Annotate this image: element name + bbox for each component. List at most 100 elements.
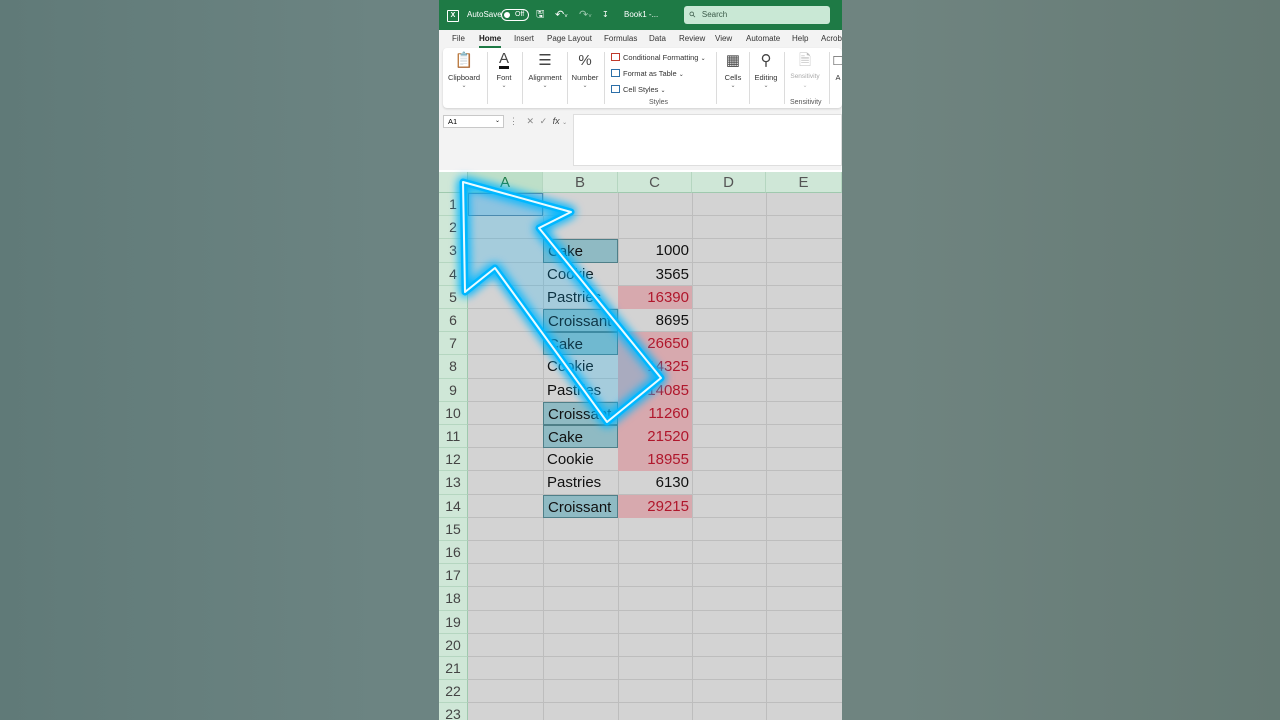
worksheet-grid[interactable]: A B C D E 1 2 3 Cake 1000 4 Cookie 3565 5 Pastrie… xyxy=(439,172,842,720)
cancel-icon[interactable]: ✕ xyxy=(527,116,535,126)
tab-automate[interactable]: Automate xyxy=(746,33,780,45)
row-header-5[interactable]: 5 xyxy=(439,285,468,309)
row-header-11[interactable]: 11 xyxy=(439,425,468,449)
tab-help[interactable]: Help xyxy=(792,33,808,45)
redo-icon[interactable]: ↷˅ xyxy=(579,0,592,30)
cell-c13[interactable]: 6130 xyxy=(618,471,692,494)
cell-c4[interactable]: 3565 xyxy=(618,263,692,286)
customize-toolbar-icon[interactable]: ↧ xyxy=(602,0,609,30)
selected-cell-a1[interactable] xyxy=(468,193,543,216)
cell-b10[interactable]: Croissant xyxy=(543,401,618,425)
row-header-10[interactable]: 10 xyxy=(439,401,468,425)
cell-b13[interactable]: Pastries xyxy=(543,471,618,494)
row-header-6[interactable]: 6 xyxy=(439,309,468,333)
cell-c3[interactable]: 1000 xyxy=(618,239,692,262)
number-group[interactable]: % Number ⌄ xyxy=(569,48,601,108)
cell-b4[interactable]: Cookie xyxy=(543,263,618,286)
insert-function-icon[interactable]: fx xyxy=(553,116,560,126)
tab-view[interactable]: View xyxy=(715,33,732,45)
undo-icon[interactable]: ↶˅ xyxy=(555,0,568,30)
row-header-23[interactable]: 23 xyxy=(439,703,468,720)
editing-group[interactable]: ⚲ Editing ⌄ xyxy=(751,48,781,108)
row-header-1[interactable]: 1 xyxy=(439,193,468,217)
format-as-table-button[interactable]: Format as Table ⌄ xyxy=(611,69,684,78)
tab-file[interactable]: File xyxy=(452,33,465,45)
row-header-9[interactable]: 9 xyxy=(439,378,468,402)
row-header-15[interactable]: 15 xyxy=(439,517,468,541)
autosave-toggle[interactable]: Off xyxy=(501,9,529,21)
cell-c14[interactable]: 29215 xyxy=(618,494,692,518)
row-header-3[interactable]: 3 xyxy=(439,239,468,263)
row-header-21[interactable]: 21 xyxy=(439,657,468,681)
name-box[interactable]: A1 ⌄ xyxy=(443,115,504,128)
column-header-a[interactable]: A xyxy=(468,172,543,193)
cell-b12[interactable]: Cookie xyxy=(543,448,618,471)
divider xyxy=(522,52,523,104)
cell-b8[interactable]: Cookie xyxy=(543,355,618,378)
row-header-18[interactable]: 18 xyxy=(439,587,468,611)
tab-page-layout[interactable]: Page Layout xyxy=(547,33,592,45)
cell-c6[interactable]: 8695 xyxy=(618,309,692,332)
row-header-7[interactable]: 7 xyxy=(439,332,468,356)
cell-b3[interactable]: Cake xyxy=(543,239,618,263)
row-header-17[interactable]: 17 xyxy=(439,564,468,588)
tab-review[interactable]: Review xyxy=(679,33,705,45)
cell-b6[interactable]: Croissant xyxy=(543,309,618,333)
row-header-2[interactable]: 2 xyxy=(439,216,468,240)
cell-b14[interactable]: Croissant xyxy=(543,494,618,518)
gridline xyxy=(468,702,842,704)
column-header-d[interactable]: D xyxy=(692,172,766,193)
cell-b5[interactable]: Pastries xyxy=(543,286,618,309)
cell-c9[interactable]: 14085 xyxy=(618,378,692,402)
cell-styles-button[interactable]: Cell Styles ⌄ xyxy=(611,85,666,94)
row-header-8[interactable]: 8 xyxy=(439,355,468,379)
tab-formulas[interactable]: Formulas xyxy=(604,33,637,45)
chevron-down-icon: ⌄ xyxy=(763,83,769,89)
cell-c12[interactable]: 18955 xyxy=(618,448,692,472)
formula-input[interactable] xyxy=(573,114,842,166)
font-group[interactable]: A Font ⌄ xyxy=(491,48,517,108)
add-ins-label: A xyxy=(835,73,841,82)
row-header-19[interactable]: 19 xyxy=(439,610,468,634)
add-ins-group[interactable]: □ A xyxy=(832,48,842,108)
chevron-down-icon: ⌄ xyxy=(461,83,467,89)
alignment-group[interactable]: ☰ Alignment ⌄ xyxy=(524,48,566,108)
workbook-title: Book1 -... xyxy=(624,10,659,19)
select-all-corner[interactable] xyxy=(439,172,468,193)
sensitivity-label: Sensitivity xyxy=(790,73,820,80)
row-header-22[interactable]: 22 xyxy=(439,680,468,704)
tab-data[interactable]: Data xyxy=(649,33,666,45)
tab-home[interactable]: Home xyxy=(479,33,502,48)
cell-c8[interactable]: 14325 xyxy=(618,355,692,379)
column-header-c[interactable]: C xyxy=(618,172,692,193)
cell-b9[interactable]: Pastries xyxy=(543,379,618,402)
cell-c5[interactable]: 16390 xyxy=(618,285,692,309)
column-header-e[interactable]: E xyxy=(766,172,842,193)
clipboard-group[interactable]: 📋 Clipboard ⌄ xyxy=(445,48,483,108)
row-header-20[interactable]: 20 xyxy=(439,633,468,657)
styles-group-label: Styles xyxy=(649,99,669,106)
tab-acrobat[interactable]: Acrob xyxy=(821,33,842,45)
cell-c10[interactable]: 11260 xyxy=(618,401,692,425)
cell-c11[interactable]: 21520 xyxy=(618,425,692,449)
gridline xyxy=(468,609,842,611)
more-icon[interactable]: ⋮ xyxy=(509,116,518,126)
row-header-14[interactable]: 14 xyxy=(439,494,468,518)
save-icon[interactable]: 🖫 xyxy=(536,0,545,30)
row-header-4[interactable]: 4 xyxy=(439,262,468,286)
row-header-13[interactable]: 13 xyxy=(439,471,468,495)
cells-group[interactable]: ▦ Cells ⌄ xyxy=(719,48,747,108)
enter-icon[interactable]: ✓ xyxy=(540,116,548,126)
chevron-down-icon[interactable]: ⌄ xyxy=(495,116,500,127)
cell-c7[interactable]: 26650 xyxy=(618,332,692,356)
cell-b7[interactable]: Cake xyxy=(543,332,618,356)
row-header-12[interactable]: 12 xyxy=(439,448,468,472)
conditional-formatting-button[interactable]: Conditional Formatting ⌄ xyxy=(611,53,706,62)
tab-insert[interactable]: Insert xyxy=(514,33,534,45)
cell-b11[interactable]: Cake xyxy=(543,425,618,449)
chevron-down-icon[interactable]: ⌄ xyxy=(562,120,567,126)
column-header-b[interactable]: B xyxy=(543,172,618,193)
search-box[interactable]: ⚲ Search xyxy=(684,6,830,24)
alignment-label: Alignment xyxy=(528,73,562,82)
row-header-16[interactable]: 16 xyxy=(439,541,468,565)
